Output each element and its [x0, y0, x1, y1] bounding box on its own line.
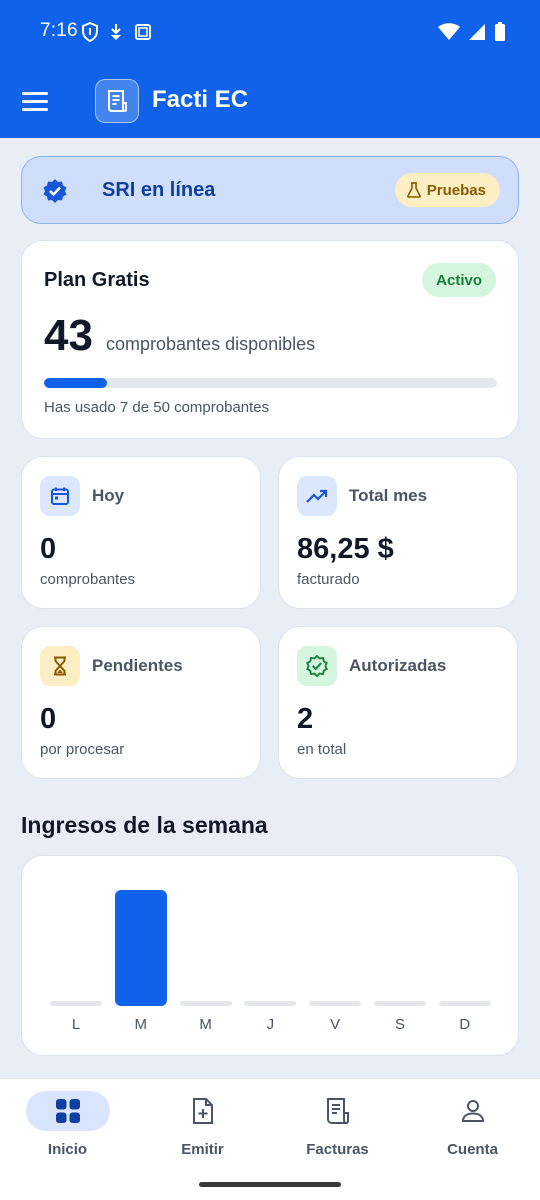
- menu-icon-line: [22, 99, 48, 103]
- app-title: Facti EC: [152, 86, 249, 113]
- nav-label: Facturas: [306, 1141, 369, 1158]
- download-icon: [111, 24, 121, 40]
- stat-value: 86,25 $: [297, 533, 394, 565]
- trending-up-icon: [297, 476, 337, 516]
- plan-title: Plan Gratis: [44, 269, 150, 291]
- plan-usage-text: Has usado 7 de 50 comprobantes: [44, 399, 270, 416]
- chart-bar: [374, 1001, 426, 1006]
- app-logo: [95, 79, 139, 123]
- chart-bar: [309, 1001, 362, 1006]
- plan-available-count: 43: [44, 311, 93, 360]
- stat-label: Pendientes: [92, 656, 183, 675]
- stat-sublabel: comprobantes: [40, 571, 136, 588]
- status-icons-right: [438, 22, 506, 42]
- environment-badge: Pruebas: [394, 173, 500, 207]
- plan-usage-progress-fill: [44, 378, 108, 388]
- stat-label: Hoy: [92, 486, 125, 505]
- battery-icon: [495, 22, 505, 41]
- nav-item-emitir[interactable]: Emitir: [135, 1091, 270, 1161]
- home-indicator: [199, 1182, 341, 1187]
- chart-bar: [179, 1001, 232, 1006]
- receipt-icon: [296, 1091, 380, 1131]
- sri-status-banner[interactable]: SRI en línea Pruebas: [21, 156, 519, 224]
- chart-day-label: S: [394, 1016, 405, 1033]
- app-bar: Facti EC: [0, 64, 540, 138]
- status-bar: 7:16: [0, 0, 540, 64]
- stat-sublabel: facturado: [297, 571, 360, 588]
- person-icon: [431, 1091, 515, 1131]
- nav-label: Emitir: [181, 1141, 224, 1158]
- stat-value: 0: [40, 533, 57, 565]
- chart-day-label: L: [71, 1016, 81, 1033]
- verified-icon: [297, 646, 337, 686]
- nav-item-inicio[interactable]: Inicio: [0, 1091, 135, 1161]
- stat-card-pendientes[interactable]: Pendientes 0 por procesar: [21, 626, 261, 779]
- verified-check-icon: [43, 179, 67, 203]
- add-document-icon: [161, 1091, 245, 1131]
- sri-status-text: SRI en línea: [102, 179, 216, 201]
- plan-available-label: comprobantes disponibles: [106, 334, 316, 354]
- screen-icon: [135, 24, 151, 40]
- menu-button[interactable]: [22, 86, 52, 116]
- flask-icon: [406, 182, 421, 198]
- chart-day-label: V: [330, 1016, 341, 1033]
- signal-icon: [469, 24, 485, 40]
- stat-card-autorizadas[interactable]: Autorizadas 2 en total: [278, 626, 518, 779]
- plan-card: Plan Gratis Activo 43 comprobantes dispo…: [21, 240, 519, 439]
- wifi-icon: [438, 23, 460, 40]
- nav-item-cuenta[interactable]: Cuenta: [405, 1091, 540, 1161]
- stat-sublabel: en total: [297, 741, 347, 758]
- chart-day-label: M: [134, 1016, 148, 1033]
- menu-icon-line: [22, 91, 48, 95]
- stat-card-hoy[interactable]: Hoy 0 comprobantes: [21, 456, 261, 609]
- chart-bar: [114, 890, 167, 1006]
- nav-label: Inicio: [47, 1141, 88, 1158]
- nav-label: Cuenta: [447, 1141, 498, 1158]
- stat-sublabel: por procesar: [40, 741, 125, 758]
- chart-day-label: J: [266, 1016, 275, 1033]
- chart-bar: [244, 1001, 297, 1006]
- weekly-income-chart: LMMJVSD: [21, 855, 519, 1056]
- chart-bar: [438, 1001, 491, 1006]
- status-icons-left: [82, 22, 152, 42]
- menu-icon-line: [22, 107, 48, 111]
- chart-bar: [50, 1001, 102, 1006]
- nav-item-facturas[interactable]: Facturas: [270, 1091, 405, 1161]
- plan-status-badge: Activo: [422, 263, 496, 297]
- stat-label: Autorizadas: [349, 656, 447, 675]
- chart-day-label: D: [459, 1016, 471, 1033]
- grid-icon: [25, 1091, 110, 1131]
- stat-card-total-mes[interactable]: Total mes 86,25 $ facturado: [278, 456, 518, 609]
- weekly-income-title: Ingresos de la semana: [21, 812, 268, 838]
- environment-badge-label: Pruebas: [426, 181, 486, 199]
- status-time: 7:16: [40, 20, 78, 41]
- calendar-icon: [40, 476, 80, 516]
- chart-day-label: M: [199, 1016, 212, 1033]
- plan-usage-progress: [44, 378, 497, 388]
- stat-value: 0: [40, 703, 57, 735]
- stat-value: 2: [297, 703, 314, 735]
- receipt-logo-icon: [108, 90, 127, 112]
- shield-icon: [82, 22, 98, 42]
- stat-label: Total mes: [349, 486, 428, 505]
- hourglass-icon: [40, 646, 80, 686]
